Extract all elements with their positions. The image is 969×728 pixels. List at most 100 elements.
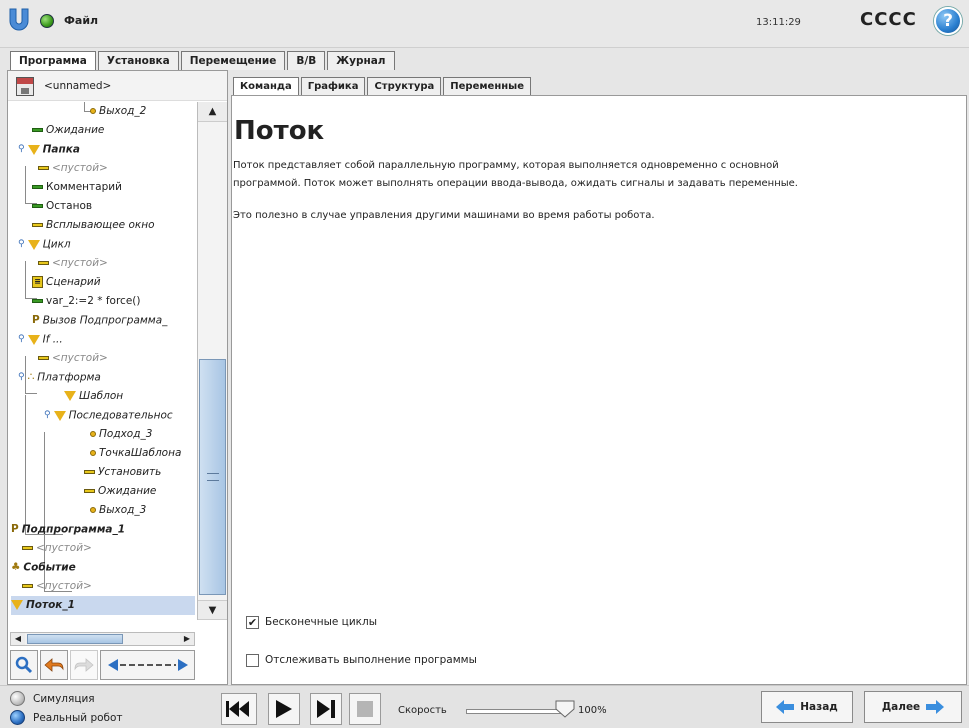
tree-item[interactable]: ⚲ ∴ Платформа xyxy=(18,368,101,387)
stop-button[interactable] xyxy=(349,693,381,725)
tree-item[interactable]: P Подпрограмма_1 xyxy=(11,520,125,539)
tree-item[interactable]: Шаблон xyxy=(64,387,123,406)
tab-structure[interactable]: Структура xyxy=(367,77,442,95)
tree-item[interactable]: Установить xyxy=(84,463,161,482)
tree-item-label: Сценарий xyxy=(46,276,101,288)
tree-item[interactable]: Ожидание xyxy=(32,121,104,140)
expand-icon: ⚲ xyxy=(44,410,51,420)
tree-item-label: Комментарий xyxy=(46,181,122,193)
tree-item[interactable]: <пустой> xyxy=(22,577,92,596)
tab-variables[interactable]: Переменные xyxy=(443,77,531,95)
tree-item[interactable]: <пустой> xyxy=(38,349,108,368)
skip-back-button[interactable] xyxy=(221,693,257,725)
program-tree-panel: <unnamed> Выход_2 Ожидание ⚲ Папка <пусто… xyxy=(7,70,228,685)
tree-item-label: Установить xyxy=(98,466,162,478)
speed-slider-handle[interactable] xyxy=(555,700,575,718)
tree-item[interactable]: Ожидание xyxy=(84,482,156,501)
next-button[interactable]: Далее xyxy=(864,691,962,723)
loop-icon xyxy=(27,239,40,250)
tab-move[interactable]: Перемещение xyxy=(180,51,286,70)
description-line-2: программой. Поток может выполнять операц… xyxy=(233,178,798,189)
tree-item[interactable]: ≡ Сценарий xyxy=(32,273,101,292)
speed-slider[interactable] xyxy=(466,709,562,714)
tree-item[interactable]: <пустой> xyxy=(22,539,92,558)
tree-item[interactable]: ⚲ Цикл xyxy=(18,235,71,254)
tree-item[interactable]: <пустой> xyxy=(38,159,108,178)
step-button[interactable] xyxy=(310,693,342,725)
call-icon: P xyxy=(32,314,40,326)
tree-item-selected[interactable]: Поток_1 xyxy=(11,596,195,615)
tree-item[interactable]: P Вызов Подпрограмма_ xyxy=(32,311,167,330)
tree-item[interactable]: Выход_2 xyxy=(90,102,146,121)
scroll-up-button[interactable]: ▲ xyxy=(198,102,227,122)
tree-item[interactable]: Выход_3 xyxy=(90,501,146,520)
tree-item[interactable]: ⚲ Папка xyxy=(18,140,80,159)
tree-item-label: Последовательнос xyxy=(68,409,173,422)
move-node-button[interactable] xyxy=(100,650,195,680)
real-robot-mode-option[interactable]: Реальный робот xyxy=(10,710,123,725)
scroll-right-button[interactable]: ▶ xyxy=(180,633,194,645)
pattern-icon xyxy=(64,391,76,401)
tree-item[interactable]: ⚲ Последовательнос xyxy=(44,406,173,425)
if-icon xyxy=(27,334,40,345)
universal-robots-logo xyxy=(9,8,29,31)
tab-program[interactable]: Программа xyxy=(10,51,96,71)
redo-icon xyxy=(74,658,94,672)
tree-item[interactable]: ♣ Событие xyxy=(11,558,76,577)
tree-item[interactable]: <пустой> xyxy=(38,254,108,273)
scroll-thumb[interactable] xyxy=(199,359,226,595)
subprogram-icon: P xyxy=(11,523,19,535)
tree-item-label: Выход_2 xyxy=(99,105,147,117)
simulation-radio[interactable] xyxy=(10,691,25,706)
undo-button[interactable] xyxy=(40,650,68,680)
tree-item[interactable]: ТочкаШаблона xyxy=(90,444,181,463)
horizontal-scroll-thumb[interactable] xyxy=(27,634,123,644)
tree-item[interactable]: ⚲ If ... xyxy=(18,330,63,349)
tree-item-label: <пустой> xyxy=(36,542,92,554)
real-robot-radio[interactable] xyxy=(10,710,25,725)
tree-item[interactable]: Всплывающее окно xyxy=(32,216,155,235)
tree-item-label: <пустой> xyxy=(52,257,108,269)
tab-command[interactable]: Команда xyxy=(233,77,299,95)
redo-button[interactable] xyxy=(70,650,98,680)
track-execution-checkbox[interactable] xyxy=(246,653,259,667)
sequence-icon xyxy=(53,410,66,421)
tab-graphics[interactable]: Графика xyxy=(300,77,366,95)
tree-vertical-scrollbar[interactable]: ▲ ▼ xyxy=(197,102,227,620)
help-button[interactable]: ? xyxy=(934,7,962,35)
track-execution-option[interactable]: Отслеживать выполнение программы xyxy=(246,652,477,668)
play-button[interactable] xyxy=(268,693,300,725)
tree-item-label: <пустой> xyxy=(52,162,108,174)
back-button[interactable]: Назад xyxy=(761,691,853,723)
scroll-down-button[interactable]: ▼ xyxy=(198,600,227,620)
save-icon[interactable] xyxy=(16,77,34,96)
tab-log[interactable]: Журнал xyxy=(327,51,395,70)
expand-icon: ⚲ xyxy=(18,239,25,249)
infinite-loop-checkbox[interactable]: ✔ xyxy=(246,615,259,629)
tree-item[interactable]: Комментарий xyxy=(32,178,122,197)
search-button[interactable] xyxy=(10,650,38,680)
robot-status-led xyxy=(40,14,54,28)
bottom-bar: Симуляция Реальный робот Скорость 100% Н… xyxy=(0,685,969,728)
arrow-right-icon xyxy=(926,700,945,714)
comment-icon xyxy=(32,185,43,189)
empty-icon xyxy=(38,261,49,265)
infinite-loop-label: Бесконечные циклы xyxy=(265,616,377,628)
tree-item[interactable]: Подход_3 xyxy=(90,425,152,444)
skip-back-icon xyxy=(226,701,249,717)
simulation-mode-option[interactable]: Симуляция xyxy=(10,691,95,706)
tree-item[interactable]: var_2:=2 * force() xyxy=(32,292,140,311)
tree-item-label: Папка xyxy=(42,143,80,156)
file-menu[interactable]: Файл xyxy=(64,14,98,27)
infinite-loop-option[interactable]: ✔ Бесконечные циклы xyxy=(246,614,377,630)
scroll-left-button[interactable]: ◀ xyxy=(11,633,25,645)
tree-item-label: Всплывающее окно xyxy=(46,219,155,231)
tree-horizontal-scrollbar[interactable]: ◀ ▶ xyxy=(10,632,195,646)
tab-installation[interactable]: Установка xyxy=(97,51,179,70)
set-icon xyxy=(84,470,95,474)
tab-io[interactable]: В/В xyxy=(287,51,326,70)
empty-icon xyxy=(22,546,33,550)
tree-item[interactable]: Останов xyxy=(32,197,92,216)
play-icon xyxy=(276,700,292,718)
folder-icon xyxy=(27,144,40,155)
